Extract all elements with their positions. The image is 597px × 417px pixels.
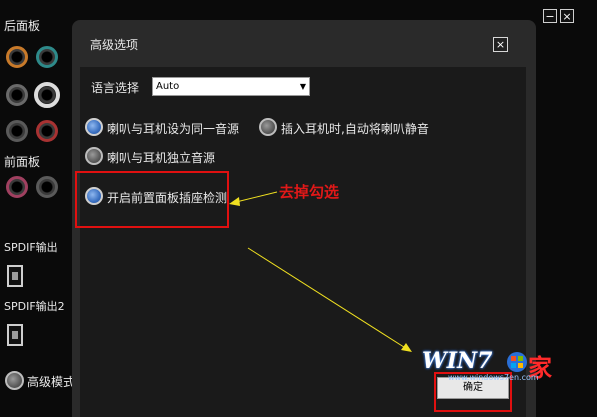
arrow-head-1 bbox=[229, 197, 240, 206]
arrow-head-2 bbox=[401, 343, 412, 352]
win7-logo: WIN7 家 www.windows7en.com bbox=[418, 345, 558, 385]
windows-flag-icon bbox=[507, 352, 527, 372]
arrow-line-2 bbox=[247, 247, 408, 350]
logo-url: www.windows7en.com bbox=[448, 373, 539, 382]
logo-text: WIN7 bbox=[422, 348, 493, 374]
